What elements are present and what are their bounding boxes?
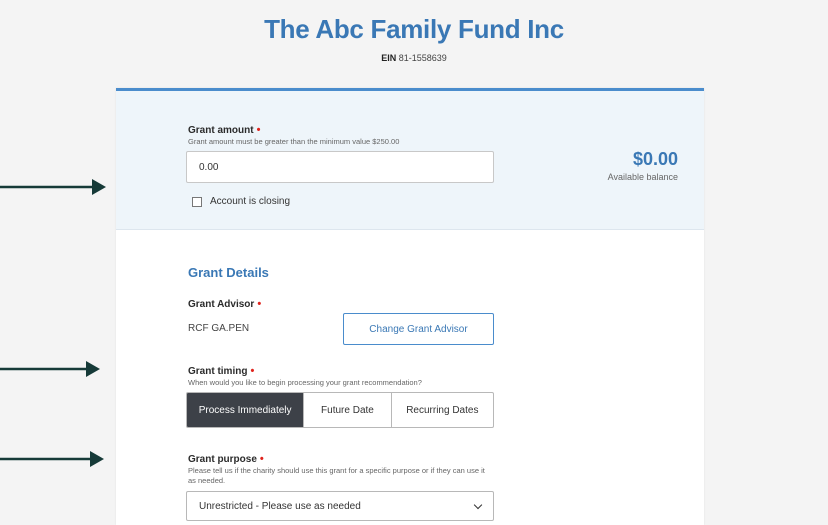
required-marker: • — [257, 298, 262, 310]
change-grant-advisor-button[interactable]: Change Grant Advisor — [343, 313, 494, 345]
annotation-arrow-icon — [0, 361, 100, 377]
annotation-arrow-icon — [0, 179, 106, 195]
grant-amount-label: Grant amount • — [188, 124, 260, 136]
grant-details-title: Grant Details — [188, 265, 269, 280]
grant-purpose-select[interactable]: Unrestricted - Please use as needed — [186, 491, 494, 521]
annotation-arrow-icon — [0, 451, 104, 467]
timing-option-process-immediately[interactable]: Process Immediately — [187, 393, 305, 427]
grant-purpose-label: Grant purpose • — [188, 453, 264, 465]
grant-amount-input[interactable] — [186, 151, 494, 183]
required-marker: • — [256, 124, 261, 136]
grant-purpose-hint: Please tell us if the charity should use… — [188, 466, 485, 485]
account-closing-checkbox[interactable] — [192, 196, 202, 207]
grant-amount-section: Grant amount • Grant amount must be great… — [116, 91, 704, 230]
grant-timing-label-text: Grant timing — [188, 366, 248, 377]
grant-advisor-label-text: Grant Advisor — [188, 299, 255, 310]
ein-value: 81-1558639 — [398, 53, 447, 63]
required-marker: • — [259, 453, 264, 465]
grant-timing-label: Grant timing • — [188, 365, 254, 377]
available-balance-label: Available balance — [607, 172, 678, 182]
grant-advisor-value: RCF GA.PEN — [188, 323, 250, 334]
grant-amount-hint: Grant amount must be greater than the mi… — [188, 137, 400, 146]
ein-line: EIN 81-1558639 — [0, 53, 828, 63]
available-balance: $0.00 Available balance — [608, 149, 678, 182]
grant-form-card: Grant amount • Grant amount must be great… — [116, 88, 704, 525]
timing-option-future-date[interactable]: Future Date — [304, 393, 392, 427]
available-balance-amount: $0.00 — [632, 149, 678, 169]
required-marker: • — [250, 365, 255, 377]
chevron-down-icon — [473, 500, 483, 509]
grant-advisor-label: Grant Advisor • — [188, 298, 261, 310]
grant-timing-segmented-control: Process Immediately Future Date Recurrin… — [186, 392, 494, 428]
grant-amount-label-text: Grant amount — [188, 125, 254, 136]
account-closing-checkbox-row[interactable]: Account is closing — [192, 196, 290, 207]
ein-label: EIN — [381, 53, 397, 63]
account-closing-label: Account is closing — [210, 196, 291, 207]
grant-timing-hint: When would you like to begin processing … — [188, 378, 422, 387]
page-title: The Abc Family Fund Inc — [264, 14, 564, 44]
grant-purpose-selected-value: Unrestricted - Please use as needed — [199, 500, 361, 512]
grant-purpose-label-text: Grant purpose — [188, 454, 257, 465]
timing-option-recurring-dates[interactable]: Recurring Dates — [392, 393, 493, 427]
